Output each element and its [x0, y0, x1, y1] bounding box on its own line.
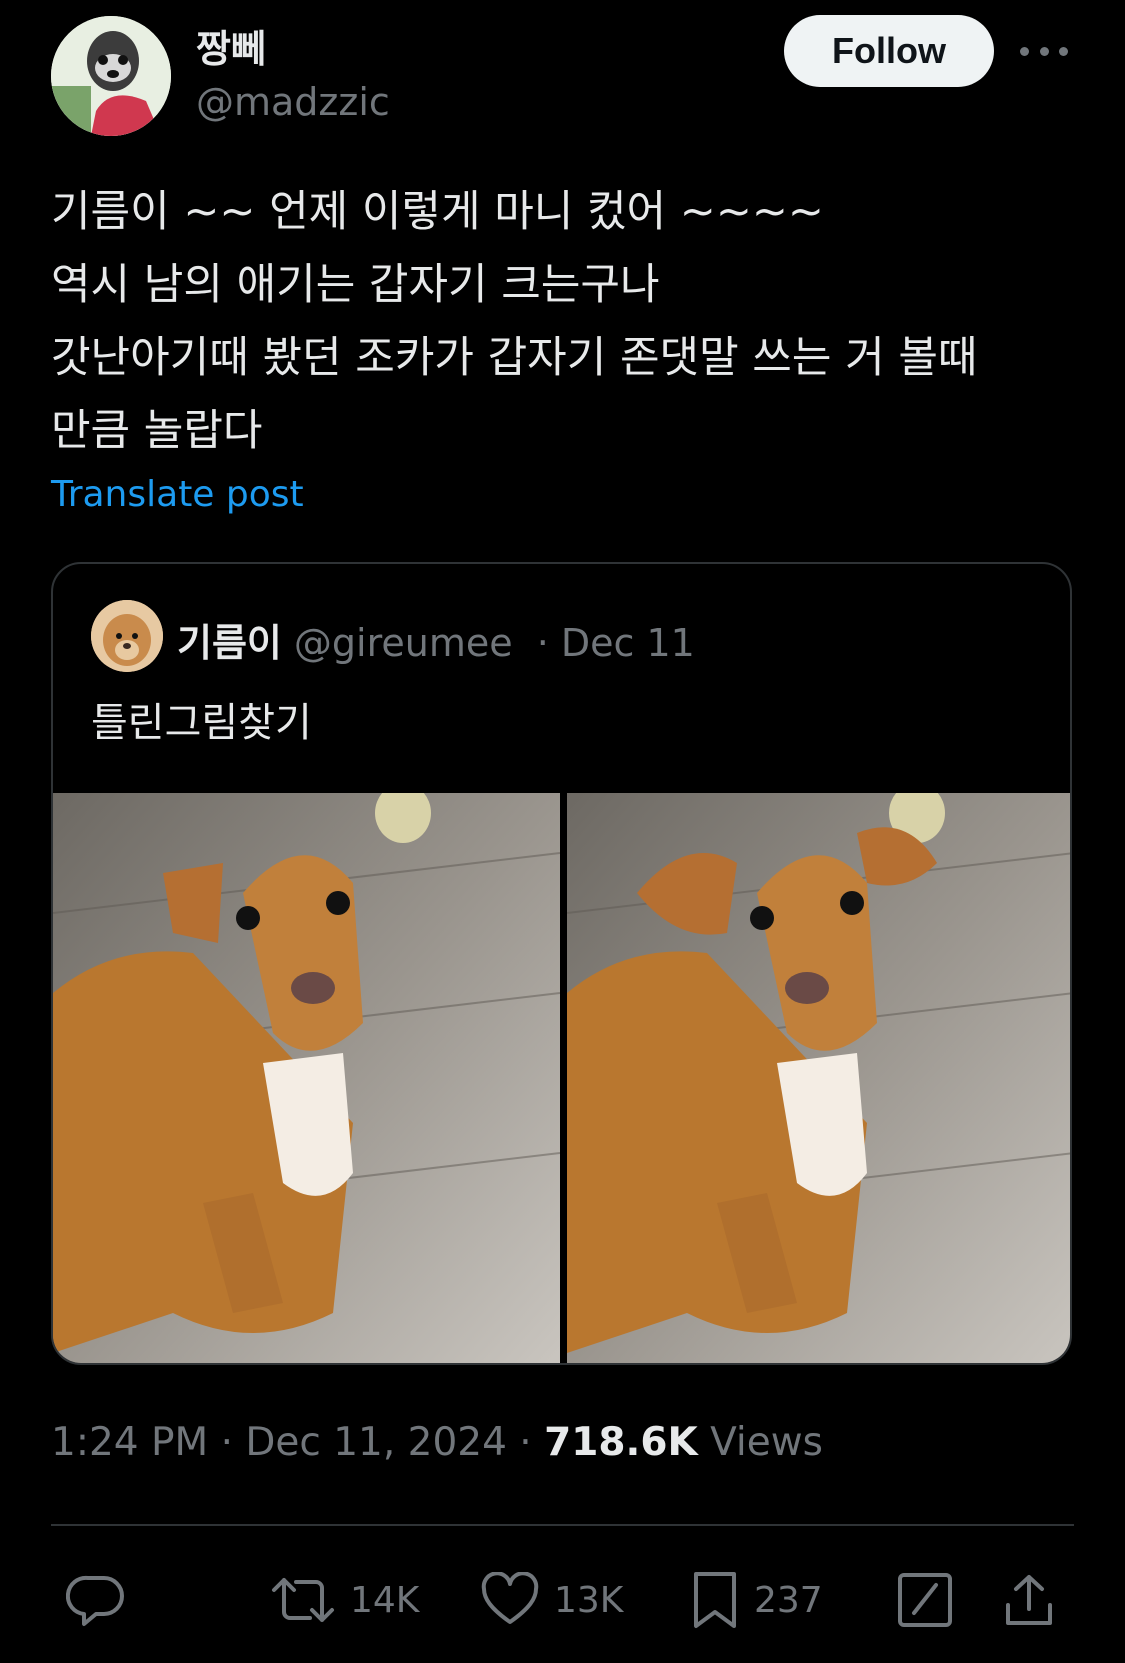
tweet-date[interactable]: · Dec 11, 2024 ·	[221, 1420, 532, 1465]
share-button[interactable]	[1002, 1560, 1056, 1640]
share-icon	[1006, 1575, 1052, 1625]
retweet-icon	[272, 1578, 334, 1622]
more-options-icon[interactable]	[1020, 36, 1068, 66]
quoted-header: 기름이 @gireumee · Dec 11	[177, 612, 695, 667]
quoted-text: 틀린그림찾기	[91, 700, 312, 746]
heart-icon	[481, 1572, 539, 1624]
quoted-date[interactable]: · Dec 11	[537, 621, 695, 665]
author-display-name[interactable]: 짱뻬	[196, 18, 266, 73]
tweet-line: 역시 남의 애기는 갑자기 크는구나	[51, 260, 660, 310]
tweet-meta: 1:24 PM · Dec 11, 2024 · 718.6K Views	[51, 1420, 823, 1465]
grok-icon	[898, 1573, 952, 1627]
divider	[51, 1524, 1074, 1526]
quoted-handle[interactable]: @gireumee	[294, 621, 513, 665]
quoted-author-avatar[interactable]	[91, 600, 163, 672]
bookmark-button[interactable]: 237	[690, 1560, 823, 1640]
tweet-line: 만큼 놀랍다	[51, 406, 263, 456]
author-handle[interactable]: @madzzic	[196, 80, 390, 124]
follow-button[interactable]: Follow	[784, 15, 994, 87]
tweet-text: 기름이 ~~ 언제 이렇게 마니 컸어 ~~~~ 역시 남의 애기는 갑자기 크…	[51, 176, 1081, 468]
quoted-tweet-card[interactable]: 기름이 @gireumee · Dec 11 틀린그림찾기	[51, 562, 1072, 1365]
author-avatar[interactable]	[51, 16, 171, 136]
bookmark-icon	[694, 1572, 736, 1628]
quoted-media	[53, 793, 1070, 1363]
puppy-avatar-image	[91, 600, 163, 672]
grok-button[interactable]	[896, 1560, 954, 1640]
dog-photo-right[interactable]	[567, 793, 1070, 1363]
translate-post-link[interactable]: Translate post	[51, 474, 304, 515]
bookmark-count: 237	[754, 1579, 823, 1621]
tweet-line: 갓난아기때 봤던 조카가 갑자기 존댓말 쓰는 거 볼때	[51, 333, 978, 383]
raccoon-avatar-image	[51, 16, 171, 136]
reply-icon	[66, 1575, 124, 1626]
quoted-display-name[interactable]: 기름이	[177, 621, 282, 665]
action-bar: 14K 13K 237	[0, 1560, 1125, 1640]
like-button[interactable]: 13K	[480, 1560, 623, 1640]
retweet-count: 14K	[350, 1579, 420, 1621]
views-count: 718.6K	[544, 1420, 698, 1465]
views-label: Views	[710, 1420, 823, 1465]
like-count: 13K	[554, 1579, 624, 1621]
reply-button[interactable]	[66, 1560, 126, 1640]
tweet-line: 기름이 ~~ 언제 이렇게 마니 컸어 ~~~~	[51, 187, 824, 237]
tweet-time[interactable]: 1:24 PM	[51, 1420, 208, 1465]
retweet-button[interactable]: 14K	[270, 1560, 419, 1640]
dog-photo-left[interactable]	[53, 793, 560, 1363]
